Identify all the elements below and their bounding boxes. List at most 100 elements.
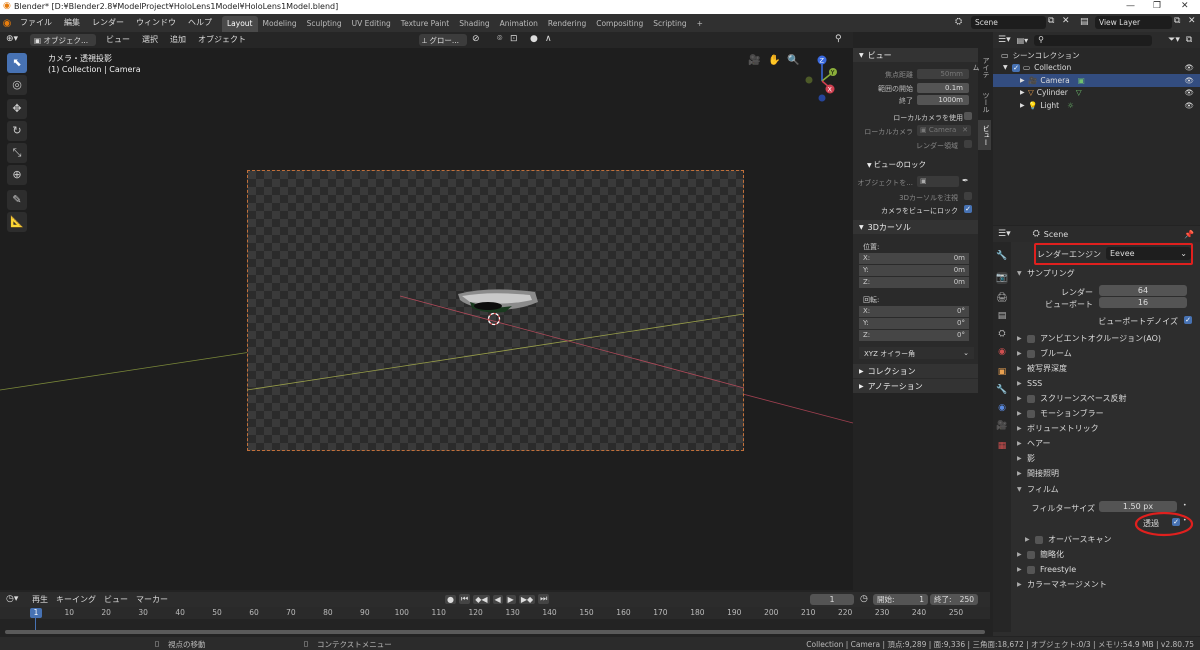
eye-icon[interactable]: 👁 [1184,88,1194,97]
delete-view-layer-icon[interactable]: ✕ [1188,16,1196,26]
new-collection-icon[interactable]: ⧉ [1186,35,1192,45]
render-section-header[interactable]: ▶ ヘアー [1013,436,1198,451]
eye-icon[interactable]: 👁 [1184,101,1194,110]
render-section-header[interactable]: ▶ スクリーンスペース反射 [1013,391,1198,406]
render-section-header[interactable]: ▶ SSS [1013,376,1198,391]
3d-viewport[interactable]: カメラ・透視投影 (1) Collection | Camera ⬉ ◎ ✥ ↻… [0,48,853,590]
start-frame-field[interactable]: 開始: 1 [873,594,928,605]
tab-animation[interactable]: Animation [495,16,543,32]
scale-tool-icon[interactable]: ⤡ [7,143,27,163]
lock-camera-checkbox[interactable]: ✓ [964,205,972,213]
collection-checkbox[interactable]: ✓ [1012,63,1020,72]
visibility-icon[interactable]: ⚲ [835,34,842,44]
outliner-item-camera[interactable]: ▶ 🎥 Camera ▣ 👁 [993,74,1200,87]
next-keyframe-icon[interactable]: ▶◆ [518,594,536,604]
clip-end-field[interactable]: 1000m [917,95,969,105]
measure-tool-icon[interactable]: 📐 [7,212,27,232]
simplify-section-header[interactable]: ▶ 簡略化 [1013,547,1198,562]
new-scene-icon[interactable]: ⧉ [1048,16,1054,26]
display-mode-icon[interactable]: ▤▾ [1017,36,1029,45]
new-view-layer-icon[interactable]: ⧉ [1174,16,1180,26]
local-camera-field[interactable]: ▣ Camera ✕ [917,125,971,136]
rotate-tool-icon[interactable]: ↻ [7,121,27,141]
section-checkbox[interactable] [1027,409,1035,418]
tab-texture-paint[interactable]: Texture Paint [396,16,454,32]
simplify-checkbox[interactable] [1027,550,1035,559]
scene-selector[interactable]: Scene [971,16,1046,29]
snap-target-icon[interactable]: ⊡ [510,34,518,44]
render-section-header[interactable]: ▶ 被写界深度 [1013,361,1198,376]
move-tool-icon[interactable]: ✥ [7,99,27,119]
clip-start-field[interactable]: 0.1m [917,83,969,93]
proportional-edit-icon[interactable]: ● [530,34,538,44]
rotation-mode-select[interactable]: XYZ オイラー角 ⌄ [859,347,974,359]
expand-icon[interactable]: ▶ [1020,102,1028,109]
section-checkbox[interactable] [1027,349,1035,358]
prev-keyframe-icon[interactable]: ◆◀ [473,594,490,604]
view-layer-selector[interactable]: View Layer [1095,16,1172,29]
transparent-checkbox[interactable]: ✓ [1172,518,1180,526]
local-camera-checkbox[interactable] [964,112,972,120]
blender-menu-icon[interactable]: ◉ [0,18,14,29]
select-tool-icon[interactable]: ⬉ [7,53,27,73]
tab-sculpting[interactable]: Sculpting [302,16,347,32]
editor-type-icon[interactable]: ⊕▾ [6,34,18,44]
tab-modeling[interactable]: Modeling [258,16,302,32]
menu-item[interactable]: 編集 [58,14,86,32]
play-reverse-icon[interactable]: ◀ [492,594,503,604]
transform-tool-icon[interactable]: ⊕ [7,165,27,185]
orientation-selector[interactable]: ⟂ グロー... [419,34,467,46]
output-icon[interactable]: 🖨 [996,292,1008,304]
outliner-scene-collection[interactable]: ▭ シーンコレクション [993,49,1200,62]
expand-icon[interactable]: ▶ [1020,89,1028,96]
outliner-search-input[interactable]: ⚲ [1034,34,1153,46]
eye-icon[interactable]: 👁 [1184,76,1194,85]
clear-icon[interactable]: ✕ [962,126,968,134]
render-section-header[interactable]: ▶ モーションブラー [1013,406,1198,421]
menu-item[interactable]: ヘルプ [182,14,218,32]
jump-end-icon[interactable]: ⏭ [538,594,550,604]
sampling-section-header[interactable]: ▼ サンプリング [1013,266,1198,281]
cursor-location-field[interactable]: Y: 0m [859,265,969,276]
outliner-collection-row[interactable]: ▼ ✓ ▭ Collection 👁 [993,62,1200,75]
viewport-menu-item[interactable]: オブジェクト [192,32,252,48]
tab-item[interactable]: アイテム [972,50,991,84]
film-section-header[interactable]: ▼ フィルム [1013,482,1198,497]
editor-type-icon[interactable]: ☰▾ [998,229,1011,239]
render-engine-select[interactable]: Eevee ⌄ [1106,247,1191,260]
end-frame-field[interactable]: 終了: 250 [930,594,978,605]
pivot-icon[interactable]: ⊘ [472,34,480,44]
keyframe-dot-icon[interactable]: • [1183,502,1187,509]
lock-object-field[interactable]: ▣ [917,176,959,187]
viewport-menu-item[interactable]: ビュー [100,32,136,48]
eyedropper-icon[interactable]: ✒ [962,176,969,185]
physics-icon[interactable]: ◉ [996,402,1008,414]
tab-compositing[interactable]: Compositing [591,16,648,32]
cursor-location-field[interactable]: X: 0m [859,253,969,264]
overscan-checkbox[interactable] [1035,535,1043,544]
menu-item[interactable]: ファイル [14,14,58,32]
tab-shading[interactable]: Shading [454,16,494,32]
lock-3d-cursor-checkbox[interactable] [964,192,972,200]
outliner-item-light[interactable]: ▶ 💡 Light ☼ 👁 [993,99,1200,112]
3d-cursor-panel-header[interactable]: ▼ 3Dカーソル [853,220,978,234]
timeline-menu-item[interactable]: ビュー [100,592,132,607]
keyframe-dot-icon[interactable]: • [1183,517,1187,524]
tool-icon[interactable]: 🔧 [996,250,1008,262]
scene-icon[interactable]: ⛭ [955,17,962,27]
render-region-checkbox[interactable] [964,140,972,148]
3d-cursor[interactable] [487,312,501,326]
tab-view[interactable]: ビュー [978,120,991,150]
filter-icon[interactable]: ⏷▾ [1168,35,1180,45]
cursor-rotation-field[interactable]: X: 0° [859,306,969,317]
view-panel-header[interactable]: ▼ ビュー [853,48,978,62]
timeline-menu-item[interactable]: キーイング [52,592,100,607]
render-section-header[interactable]: ▶ ボリューメトリック [1013,421,1198,436]
pin-icon[interactable]: 📌 [1184,230,1194,239]
world-icon[interactable]: ◉ [996,346,1008,358]
view-layer-icon[interactable]: ▤ [1080,17,1089,27]
object-data-icon[interactable]: 🎥 [996,420,1008,432]
preview-range-icon[interactable]: ◷ [860,594,868,604]
navigation-gizmo[interactable]: Z Y X [798,52,848,108]
timeline-scrollbar[interactable] [5,630,985,634]
